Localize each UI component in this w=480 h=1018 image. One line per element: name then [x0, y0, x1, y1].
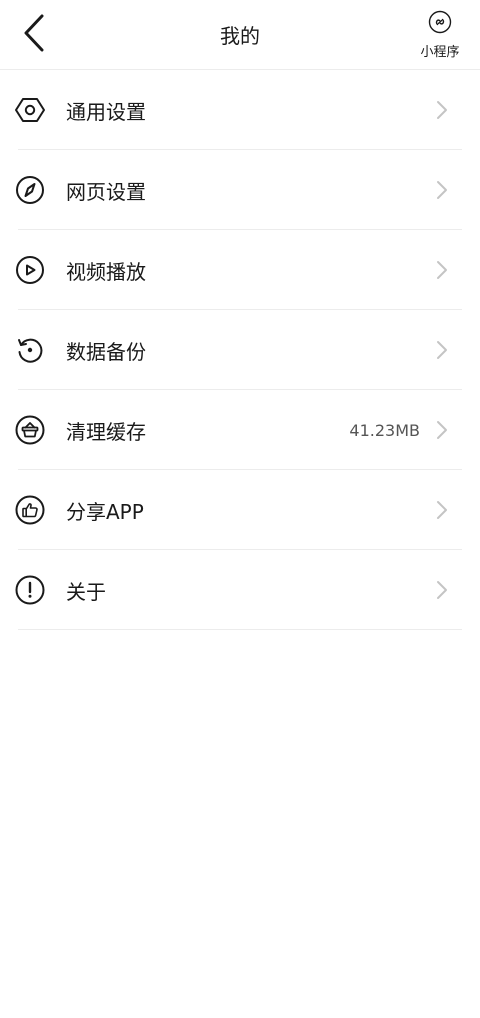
thumbs-up-icon — [14, 494, 46, 526]
page-title: 我的 — [220, 24, 260, 48]
menu-item-label: 网页设置 — [66, 179, 146, 204]
info-exclamation-icon — [14, 574, 46, 606]
mini-program-button[interactable]: 小程序 — [414, 10, 466, 60]
top-nav-bar: 我的 小程序 — [0, 0, 480, 70]
mini-program-label: 小程序 — [420, 45, 460, 60]
hexagon-settings-icon — [14, 94, 46, 126]
menu-item-label: 数据备份 — [66, 339, 146, 364]
menu-item-label: 清理缓存 — [66, 419, 146, 444]
settings-menu-list: 通用设置 网页设置 视频播放 数据备份 清理缓存 41.23MB 分享APP 关… — [0, 70, 480, 630]
menu-item-label: 视频播放 — [66, 259, 146, 284]
menu-item-share-app[interactable]: 分享APP — [0, 470, 480, 550]
menu-item-data-backup[interactable]: 数据备份 — [0, 310, 480, 390]
restore-icon — [14, 334, 46, 366]
chevron-right-icon — [434, 579, 450, 601]
menu-item-about[interactable]: 关于 — [0, 550, 480, 630]
chevron-right-icon — [434, 179, 450, 201]
menu-item-clear-cache[interactable]: 清理缓存 41.23MB — [0, 390, 480, 470]
chevron-right-icon — [434, 259, 450, 281]
cache-size-value: 41.23MB — [349, 420, 420, 440]
play-circle-icon — [14, 254, 46, 286]
chevron-right-icon — [434, 499, 450, 521]
chevron-right-icon — [434, 99, 450, 121]
chevron-right-icon — [434, 419, 450, 441]
basket-clean-icon — [14, 414, 46, 446]
menu-item-general-settings[interactable]: 通用设置 — [0, 70, 480, 150]
menu-item-web-settings[interactable]: 网页设置 — [0, 150, 480, 230]
settings-screen: 我的 小程序 通用设置 网页设置 视频播放 数据备份 清理缓存 41.23MB … — [0, 0, 480, 1018]
compass-icon — [14, 174, 46, 206]
menu-item-video-playback[interactable]: 视频播放 — [0, 230, 480, 310]
menu-item-label: 通用设置 — [66, 99, 146, 124]
link-circle-icon — [428, 10, 452, 38]
menu-item-label: 关于 — [66, 579, 106, 604]
menu-item-label: 分享APP — [66, 499, 144, 524]
chevron-right-icon — [434, 339, 450, 361]
